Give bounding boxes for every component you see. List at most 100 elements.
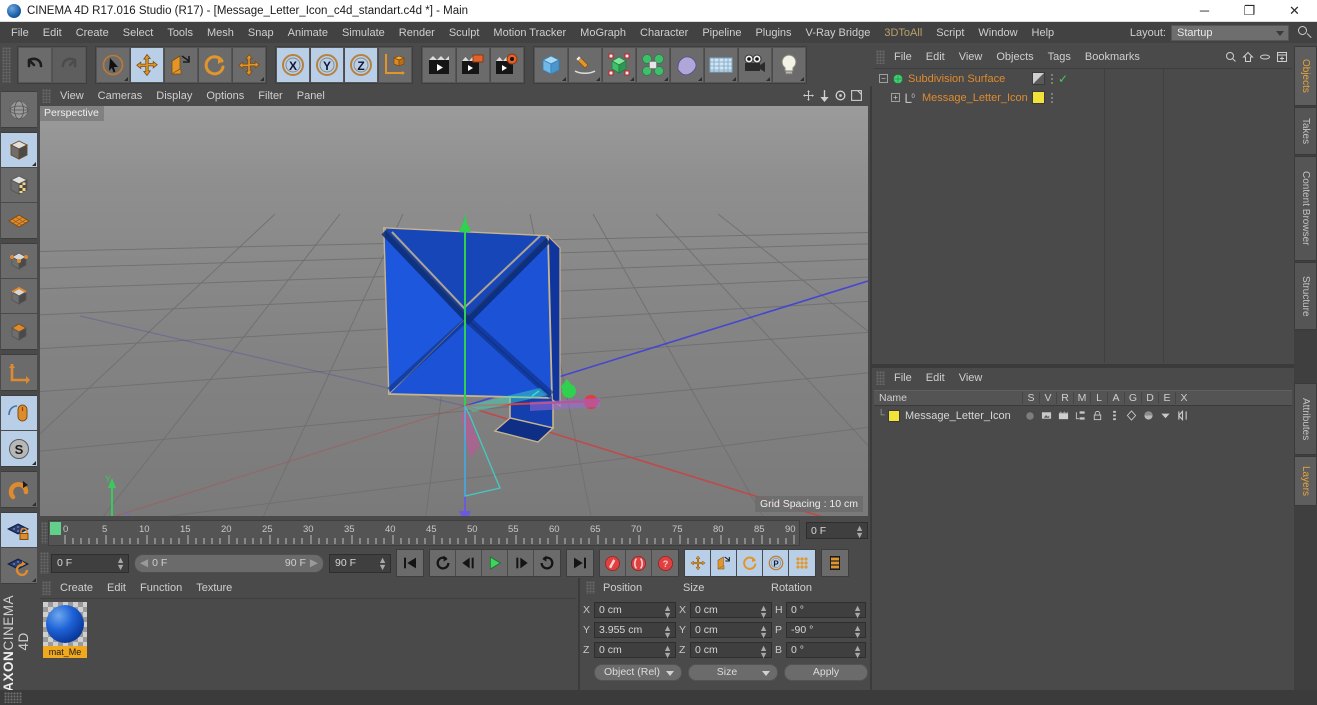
viewport-scale-icon[interactable] [818,89,831,102]
timeline-current-frame-field[interactable]: 0 F ▲ ▼ [806,522,868,540]
keyframe-selection-button[interactable]: ? [652,550,678,576]
polygons-mode-button[interactable] [1,314,37,349]
add-light-button[interactable] [772,46,806,83]
material-menu-function[interactable]: Function [133,580,189,596]
material-grip[interactable] [42,580,51,595]
render-icon[interactable] [1055,410,1072,421]
material-menu-edit[interactable]: Edit [100,580,133,596]
spinner-icon[interactable]: ▲ ▼ [378,555,387,571]
add-cube-object-button[interactable] [534,46,568,83]
step-forward-button[interactable] [508,550,534,576]
range-end-arrow-icon[interactable]: ▶ [310,557,318,569]
scale-key-button[interactable] [711,550,737,576]
object-tag-swatch[interactable] [1032,72,1045,85]
current-frame-field[interactable]: 0 F ▲ ▼ [51,553,129,573]
vtab-objects[interactable]: Objects [1294,46,1317,106]
xref-icon[interactable] [1174,410,1191,421]
column-r[interactable]: R [1056,392,1073,404]
expand-toggle-icon[interactable]: − [879,74,888,83]
menu-script[interactable]: Script [929,25,971,41]
column-a[interactable]: A [1107,392,1124,404]
spinner-icon[interactable]: ▲ ▼ [853,644,862,660]
world-object-coordinate-toggle[interactable] [378,46,412,83]
object-manager-grip[interactable] [876,49,885,64]
coordinate-grip[interactable] [586,581,595,594]
layer-manager-grip[interactable] [876,371,885,385]
position-y-field[interactable]: 3.955 cm ▲ ▼ [594,622,676,640]
spinner-icon[interactable]: ▲ ▼ [663,604,672,620]
column-s[interactable]: S [1022,392,1039,404]
object-tree[interactable]: − Subdivision Surface ✓ + 0 Message_Lett… [874,68,1292,363]
view-icon[interactable] [1038,410,1055,421]
model-mode-button[interactable] [1,133,37,168]
ellipse-icon[interactable] [1259,51,1271,63]
menu-tools[interactable]: Tools [160,25,200,41]
render-to-picture-viewer-button[interactable] [456,46,490,83]
spinner-icon[interactable]: ▲ ▼ [759,604,768,620]
menu-character[interactable]: Character [633,25,695,41]
solo-dot-icon[interactable] [1021,411,1038,421]
preview-range-slider[interactable]: ◀ 0 F 90 F ▶ [134,553,324,573]
menu-snap[interactable]: Snap [241,25,281,41]
close-button[interactable]: ✕ [1272,0,1317,22]
axis-y-lock[interactable]: Y [310,46,344,83]
menu-pipeline[interactable]: Pipeline [695,25,748,41]
menu-motion-tracker[interactable]: Motion Tracker [486,25,573,41]
animbar-grip[interactable] [40,552,49,574]
menu-animate[interactable]: Animate [281,25,335,41]
viewport-menu-options[interactable]: Options [199,88,251,104]
animation-icon[interactable] [1106,410,1123,421]
texture-mode-button[interactable] [1,168,37,203]
object-menu-bookmarks[interactable]: Bookmarks [1078,49,1147,65]
menu-create[interactable]: Create [69,25,116,41]
menu-plugins[interactable]: Plugins [748,25,798,41]
resize-grip-icon[interactable] [4,692,22,703]
material-menu-create[interactable]: Create [53,580,100,596]
workplane-rotate-button[interactable] [1,548,37,583]
viewport-menu-cameras[interactable]: Cameras [91,88,150,104]
viewport-menu-filter[interactable]: Filter [251,88,289,104]
viewport-grip[interactable] [42,88,51,103]
undo-button[interactable] [18,46,52,83]
points-mode-button[interactable] [1,244,37,279]
make-editable-button[interactable] [1,92,37,127]
add-deformer-button[interactable] [636,46,670,83]
maximize-button[interactable]: ❐ [1227,0,1272,22]
play-button[interactable] [482,550,508,576]
add-generator-button[interactable] [602,46,636,83]
size-x-field[interactable]: 0 cm ▲ ▼ [690,602,772,620]
menu-render[interactable]: Render [392,25,442,41]
expand-toggle-icon[interactable]: + [891,93,900,102]
layout-dropdown[interactable]: Startup [1171,24,1289,41]
spinner-icon[interactable]: ▲ ▼ [663,624,672,640]
visibility-check-icon[interactable]: ✓ [1058,72,1068,86]
add-layer-icon[interactable] [1276,51,1288,63]
layer-menu-file[interactable]: File [887,370,919,386]
size-y-field[interactable]: 0 cm ▲ ▼ [690,622,772,640]
apply-button[interactable]: Apply [784,663,868,681]
layer-row[interactable]: └ Message_Letter_Icon [874,407,1292,424]
manager-icon[interactable] [1072,410,1089,421]
autokeying-button[interactable] [626,550,652,576]
spinner-icon[interactable]: ▲ ▼ [853,604,862,620]
column-m[interactable]: M [1073,392,1090,404]
step-back-button[interactable] [456,550,482,576]
move-tool[interactable] [130,46,164,83]
rotation-key-button[interactable] [737,550,763,576]
material-menu-texture[interactable]: Texture [189,580,239,596]
spinner-icon[interactable]: ▲ ▼ [853,624,862,640]
minimize-button[interactable]: ─ [1182,0,1227,22]
lock-icon[interactable] [1089,410,1106,421]
column-l[interactable]: L [1090,392,1107,404]
render-settings-button[interactable] [490,46,524,83]
position-x-field[interactable]: 0 cm ▲ ▼ [594,602,676,620]
vtab-takes[interactable]: Takes [1294,107,1317,155]
timeline-playhead[interactable] [50,522,61,535]
deformer-icon[interactable] [1140,410,1157,421]
add-floor-environment-button[interactable] [704,46,738,83]
snap-settings-button[interactable]: S [1,431,37,466]
coordinate-mode-dropdown[interactable]: Object (Rel) [594,663,682,681]
viewport-canvas[interactable]: Y X Z Perspective Grid Spacing : 10 cm [40,106,868,516]
spinner-icon[interactable]: ▲ ▼ [759,624,768,640]
spinner-icon[interactable]: ▲ ▼ [855,524,864,540]
